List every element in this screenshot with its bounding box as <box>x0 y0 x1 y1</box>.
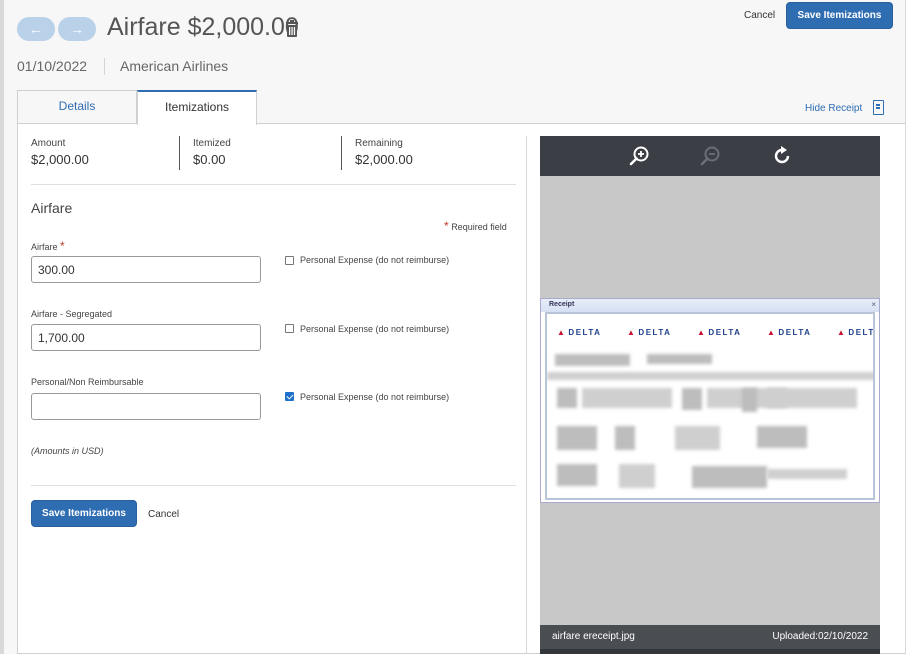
redacted-text <box>675 426 720 450</box>
personal-expense-label-2: Personal Expense (do not reimburse) <box>300 324 450 334</box>
remaining-label: Remaining <box>355 138 403 149</box>
redacted-text <box>555 354 630 366</box>
redacted-text <box>647 354 712 364</box>
personal-expense-checkbox-3[interactable] <box>285 392 294 401</box>
personal-non-reimbursable-label: Personal/Non Reimbursable <box>31 377 144 387</box>
divider <box>31 485 516 486</box>
redacted-text <box>582 388 672 408</box>
trash-icon[interactable] <box>286 19 298 37</box>
redacted-text <box>547 372 873 380</box>
amounts-currency-note: (Amounts in USD) <box>31 446 104 456</box>
amount-label: Amount <box>31 138 66 149</box>
divider <box>104 58 105 75</box>
cancel-link-bottom[interactable]: Cancel <box>148 509 179 520</box>
amount-value: $2,000.00 <box>31 152 89 167</box>
personal-expense-label-1: Personal Expense (do not reimburse) <box>300 255 450 265</box>
close-icon: × <box>871 300 876 309</box>
receipt-image: Receipt × DELTA DELTA DELTA DELTA DELTA <box>540 298 880 503</box>
save-itemizations-button-top[interactable]: Save Itemizations <box>786 2 893 29</box>
airfare-segregated-input[interactable] <box>31 324 261 351</box>
redacted-text <box>692 466 767 488</box>
personal-expense-checkbox-2[interactable] <box>285 324 294 333</box>
redacted-text <box>619 464 655 488</box>
delta-logo: DELTA <box>627 328 671 337</box>
page-title: Airfare $2,000.00 <box>107 13 299 41</box>
vendor-name: American Airlines <box>120 58 229 74</box>
receipt-footer: airfare ereceipt.jpg Uploaded:02/10/2022 <box>540 625 880 649</box>
itemized-value: $0.00 <box>193 152 226 167</box>
hide-receipt-link[interactable]: Hide Receipt <box>805 103 862 114</box>
divider <box>31 184 516 185</box>
arrow-right-icon: → <box>70 21 84 37</box>
zoom-in-icon[interactable] <box>629 145 651 167</box>
airfare-segregated-label: Airfare - Segregated <box>31 309 113 319</box>
cancel-link[interactable]: Cancel <box>744 10 775 21</box>
receipt-viewer: Receipt × DELTA DELTA DELTA DELTA DELTA <box>540 136 880 654</box>
save-itemizations-button[interactable]: Save Itemizations <box>31 500 137 527</box>
personal-expense-checkbox-1[interactable] <box>285 256 294 265</box>
redacted-text <box>757 426 807 448</box>
tab-itemizations[interactable]: Itemizations <box>137 90 257 125</box>
redacted-text <box>557 464 597 486</box>
receipt-footer-bar <box>540 649 880 654</box>
receipt-window-title: Receipt <box>541 299 879 312</box>
redacted-text <box>557 388 577 408</box>
airfare-label-text: Airfare <box>31 242 58 252</box>
remaining-value: $2,000.00 <box>355 152 413 167</box>
redacted-text <box>615 426 635 450</box>
receipt-icon[interactable] <box>873 100 884 115</box>
airfare-label: Airfare * <box>31 239 65 253</box>
receipt-document: DELTA DELTA DELTA DELTA DELTA <box>545 312 875 500</box>
receipt-upload-date: Uploaded:02/10/2022 <box>772 631 868 642</box>
delta-logo: DELTA <box>697 328 741 337</box>
arrow-left-icon: ← <box>29 21 43 37</box>
rotate-icon[interactable] <box>771 145 793 167</box>
required-star: * <box>60 239 65 253</box>
receipt-filename: airfare ereceipt.jpg <box>552 631 635 642</box>
section-title: Airfare <box>31 200 73 216</box>
redacted-text <box>767 388 857 408</box>
delta-logo: DELTA <box>557 328 601 337</box>
airfare-input[interactable] <box>31 256 261 283</box>
divider <box>179 136 180 170</box>
delta-logo: DELTA <box>767 328 811 337</box>
itemizations-panel: Amount $2,000.00 Itemized $0.00 Remainin… <box>17 123 905 654</box>
redacted-text <box>742 388 757 412</box>
personal-expense-label-3: Personal Expense (do not reimburse) <box>300 392 450 402</box>
expense-date: 01/10/2022 <box>17 58 88 74</box>
redacted-text <box>682 388 702 410</box>
zoom-out-icon[interactable] <box>700 145 722 167</box>
redacted-text <box>767 469 847 479</box>
personal-non-reimbursable-input[interactable] <box>31 393 261 420</box>
redacted-text <box>557 426 597 450</box>
back-button[interactable]: ← <box>17 17 55 41</box>
forward-button[interactable]: → <box>58 17 96 41</box>
required-field-note: * Required field <box>444 219 507 233</box>
tab-details[interactable]: Details <box>17 90 137 124</box>
expense-page: ← → Airfare $2,000.00 01/10/2022 America… <box>4 0 905 654</box>
delta-logo: DELTA <box>837 328 873 337</box>
divider <box>341 136 342 170</box>
required-star: * <box>444 219 449 233</box>
itemized-label: Itemized <box>193 138 231 149</box>
divider <box>526 136 527 654</box>
required-note-text: Required field <box>451 222 507 232</box>
receipt-toolbar <box>540 136 880 176</box>
